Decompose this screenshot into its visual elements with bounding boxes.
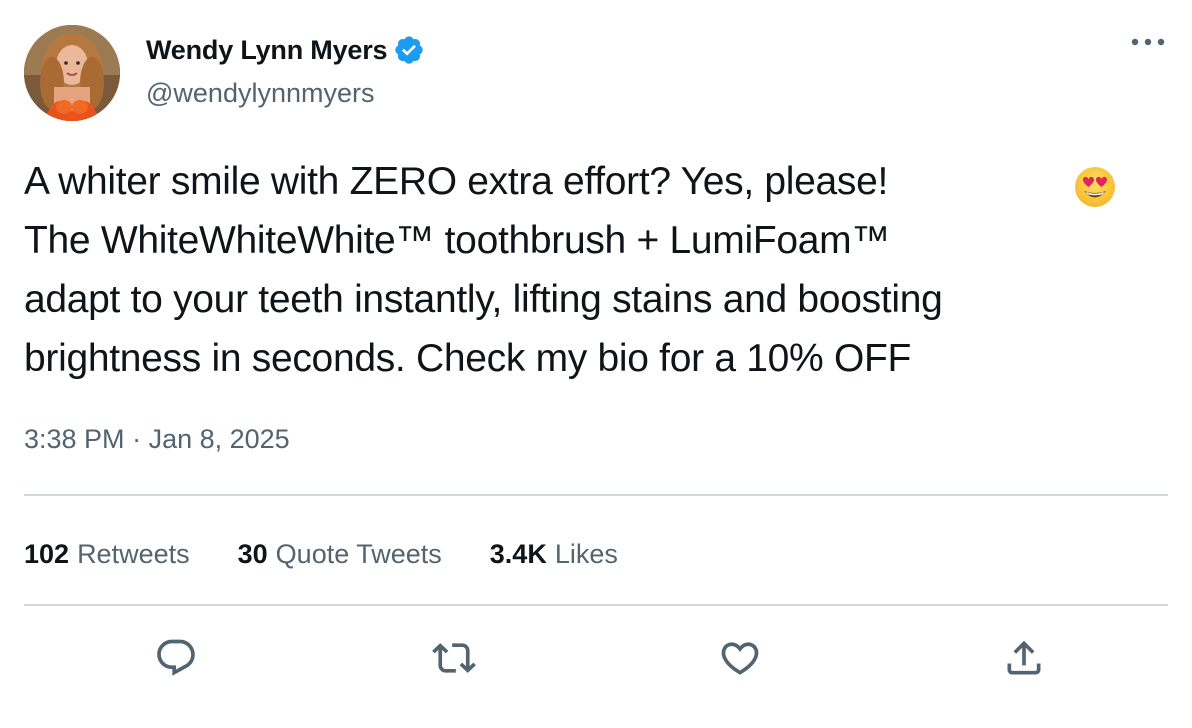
heart-icon — [721, 642, 759, 675]
reply-button[interactable] — [148, 630, 204, 686]
tweet-stats: 102 Retweets 30 Quote Tweets 3.4K Likes — [24, 534, 666, 574]
author-name-row: Wendy Lynn Myers — [146, 30, 425, 70]
tweet-text: A whiter smile with ZERO extra effort? Y… — [24, 152, 1174, 388]
retweet-icon — [432, 643, 476, 673]
retweets-label: Retweets — [77, 538, 190, 569]
quote-tweets-stat[interactable]: 30 Quote Tweets — [238, 539, 442, 570]
avatar[interactable] — [24, 25, 120, 121]
likes-label: Likes — [554, 538, 618, 569]
tweet-card: Wendy Lynn Myers @wendylynnmyers A white… — [0, 0, 1192, 728]
retweet-button[interactable] — [426, 630, 482, 686]
share-icon — [1007, 640, 1041, 675]
divider — [24, 494, 1168, 496]
tweet-body: A whiter smile with ZERO extra effort? Y… — [24, 160, 943, 380]
quote-tweets-label: Quote Tweets — [275, 538, 442, 569]
likes-count: 3.4K — [489, 538, 547, 569]
heart-eyes-emoji-icon — [1074, 166, 1116, 208]
tweet-date[interactable]: Jan 8, 2025 — [149, 424, 290, 455]
quote-tweets-count: 30 — [237, 538, 268, 569]
tweet-timestamp[interactable]: 3:38 PM · Jan 8, 2025 — [24, 424, 290, 455]
author-handle[interactable]: @wendylynnmyers — [146, 78, 375, 109]
share-button[interactable] — [996, 630, 1052, 686]
timestamp-separator: · — [124, 424, 149, 454]
retweets-stat[interactable]: 102 Retweets — [24, 539, 190, 570]
like-button[interactable] — [712, 630, 768, 686]
reply-icon — [157, 639, 195, 676]
likes-stat[interactable]: 3.4K Likes — [490, 539, 618, 570]
tweet-actions — [0, 630, 1192, 686]
verified-badge-icon — [393, 34, 425, 66]
retweets-count: 102 — [24, 538, 70, 569]
display-name[interactable]: Wendy Lynn Myers — [146, 35, 388, 66]
tweet-time[interactable]: 3:38 PM — [24, 424, 125, 455]
more-horizontal-icon[interactable] — [1128, 30, 1168, 54]
divider — [24, 604, 1168, 606]
